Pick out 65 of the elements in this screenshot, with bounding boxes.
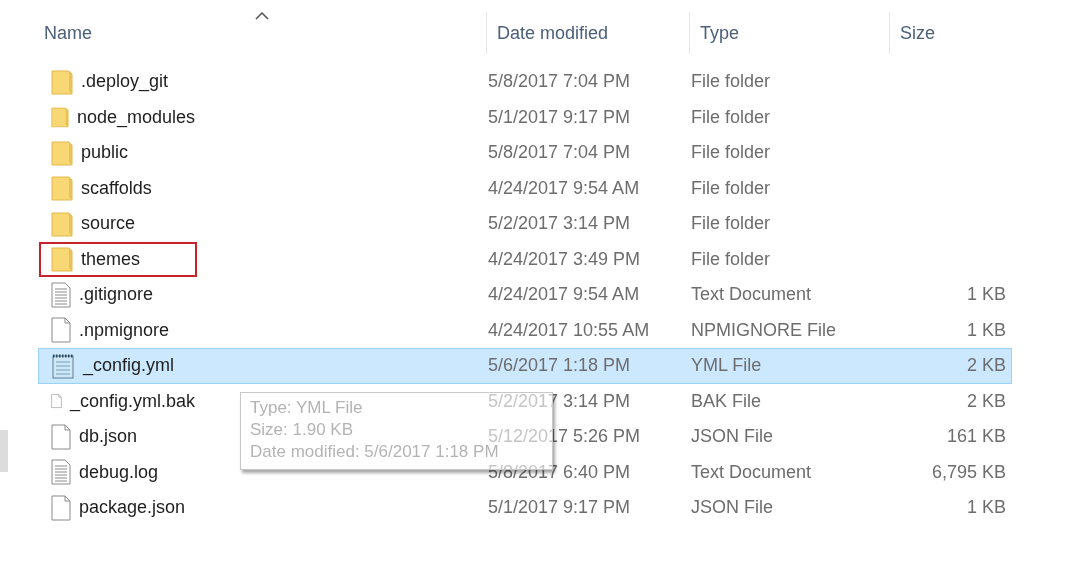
file-name[interactable]: debug.log [79,458,159,486]
folder-icon [51,175,73,202]
date-cell-text: 5/8/2017 7:04 PM [488,70,632,94]
size-cell-text: 2 KB [965,354,1006,378]
file-name[interactable]: scaffolds [81,174,152,202]
type-cell-text: Text Document [691,283,813,307]
tooltip-line: Type: YML File [250,397,363,419]
type-cell-text: JSON File [691,496,774,520]
size-cell-text: 1 KB [965,318,1006,342]
file-name[interactable]: .gitignore [79,281,154,309]
type-cell-text: NPMIGNORE File [691,318,837,342]
file-name[interactable]: db.json [79,423,138,451]
selected-file-row[interactable]: _config.yml 5/6/2017 1:18 PM YML File 2 KB [38,348,1012,384]
type-cell-text: Text Document [691,460,813,484]
date-cell-text: 4/24/2017 9:54 AM [488,176,641,200]
file-name[interactable]: .npmignore [79,316,170,344]
date-cell-text: 5/2/2017 3:14 PM [488,212,632,236]
column-header[interactable]: Name [38,12,487,54]
column-header[interactable]: Type [690,12,890,54]
blank-file-icon [51,317,71,344]
file-name[interactable]: themes [81,245,141,273]
folder-icon [51,139,73,166]
file-name[interactable]: node_modules [76,103,195,131]
type-cell-text: File folder [691,247,772,271]
date-cell-text: 5/1/2017 9:17 PM [488,496,632,520]
type-cell-text: File folder [691,105,772,129]
column-header[interactable]: Size [890,12,1012,54]
file-name[interactable]: _config.yml [83,352,175,380]
sort-ascending-icon [255,12,269,20]
date-cell-text: 5/2/2017 3:14 PM [488,389,632,413]
folder-icon [51,68,73,95]
tooltip-line: Size: 1.90 KB [250,419,353,441]
size-cell-text: 161 KB [945,425,1006,449]
size-cell-text: 6,795 KB [930,460,1006,484]
type-cell-text: File folder [691,70,772,94]
blank-file-icon [51,423,71,450]
folder-icon [51,210,73,237]
folder-icon [51,246,73,273]
file-name[interactable]: _config.yml.bak [69,387,195,415]
date-cell-text: 4/24/2017 9:54 AM [488,283,641,307]
tooltip-line: Date modified: 5/6/2017 1:18 PM [250,442,499,463]
scrollbar-thumb[interactable] [0,430,8,472]
size-cell-text: 1 KB [965,496,1006,520]
blank-file-icon [51,494,71,521]
date-cell-text: 5/8/2017 7:04 PM [488,141,632,165]
type-cell-text: YML File [691,354,763,378]
size-cell-text: 1 KB [965,283,1006,307]
type-cell-text: File folder [691,176,772,200]
date-cell-text: 5/1/2017 9:17 PM [488,105,632,129]
text-file-icon [51,459,71,486]
type-cell-text: File folder [691,141,772,165]
type-cell-text: JSON File [691,425,774,449]
file-name[interactable]: source [81,210,136,238]
notepad-icon [51,352,75,379]
file-name[interactable]: .deploy_git [81,68,169,96]
size-cell-text: 2 KB [965,389,1006,413]
type-cell-text: File folder [691,212,772,236]
type-cell-text: BAK File [691,389,763,413]
date-cell-text: 5/6/2017 1:18 PM [488,354,632,378]
date-cell-text: 4/24/2017 3:49 PM [488,247,642,271]
file-name[interactable]: public [81,139,129,167]
file-name[interactable]: package.json [79,494,186,522]
text-file-icon [51,281,71,308]
column-header[interactable]: Date modified [487,12,690,54]
date-cell-text: 4/24/2017 10:55 AM [488,318,651,342]
